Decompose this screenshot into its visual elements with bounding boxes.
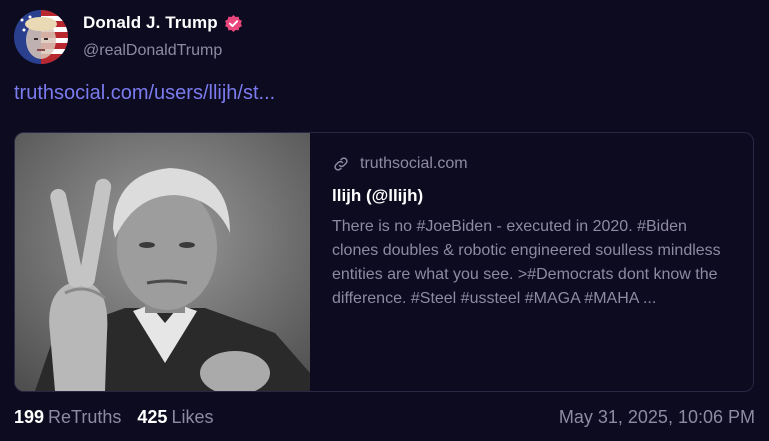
truth-post: Donald J. Trump @realDonaldTrump truthso… [0, 0, 769, 441]
link-title: llijh (@llijh) [332, 186, 424, 205]
retruths-stat[interactable]: 199 ReTruths [14, 407, 121, 428]
avatar-image [14, 10, 68, 64]
link-description: There is no #JoeBiden - executed in 2020… [332, 218, 721, 307]
link-preview-image [15, 133, 310, 391]
link-preview-card[interactable]: truthsocial.com llijh (@llijh) There is … [14, 132, 754, 392]
post-stats: 199 ReTruths 425 Likes May 31, 2025, 10:06… [14, 407, 755, 428]
retruths-label: ReTruths [48, 407, 122, 427]
link-preview-body: truthsocial.com llijh (@llijh) There is … [310, 133, 753, 391]
display-name[interactable]: Donald J. Trump [83, 13, 218, 33]
author-name-row: Donald J. Trump [83, 13, 243, 33]
retruths-count: 199 [14, 407, 45, 427]
link-domain-row: truthsocial.com [332, 155, 731, 173]
link-icon [334, 157, 348, 171]
post-timestamp[interactable]: May 31, 2025, 10:06 PM [559, 407, 755, 428]
verified-badge-icon [224, 14, 242, 32]
post-link[interactable]: truthsocial.com/users/llijh/st... [14, 82, 275, 105]
likes-count: 425 [137, 407, 168, 427]
author-handle[interactable]: @realDonaldTrump [83, 42, 222, 60]
link-domain: truthsocial.com [360, 155, 468, 172]
avatar[interactable] [14, 10, 68, 64]
likes-stat[interactable]: 425 Likes [137, 407, 213, 428]
likes-label: Likes [171, 407, 214, 427]
